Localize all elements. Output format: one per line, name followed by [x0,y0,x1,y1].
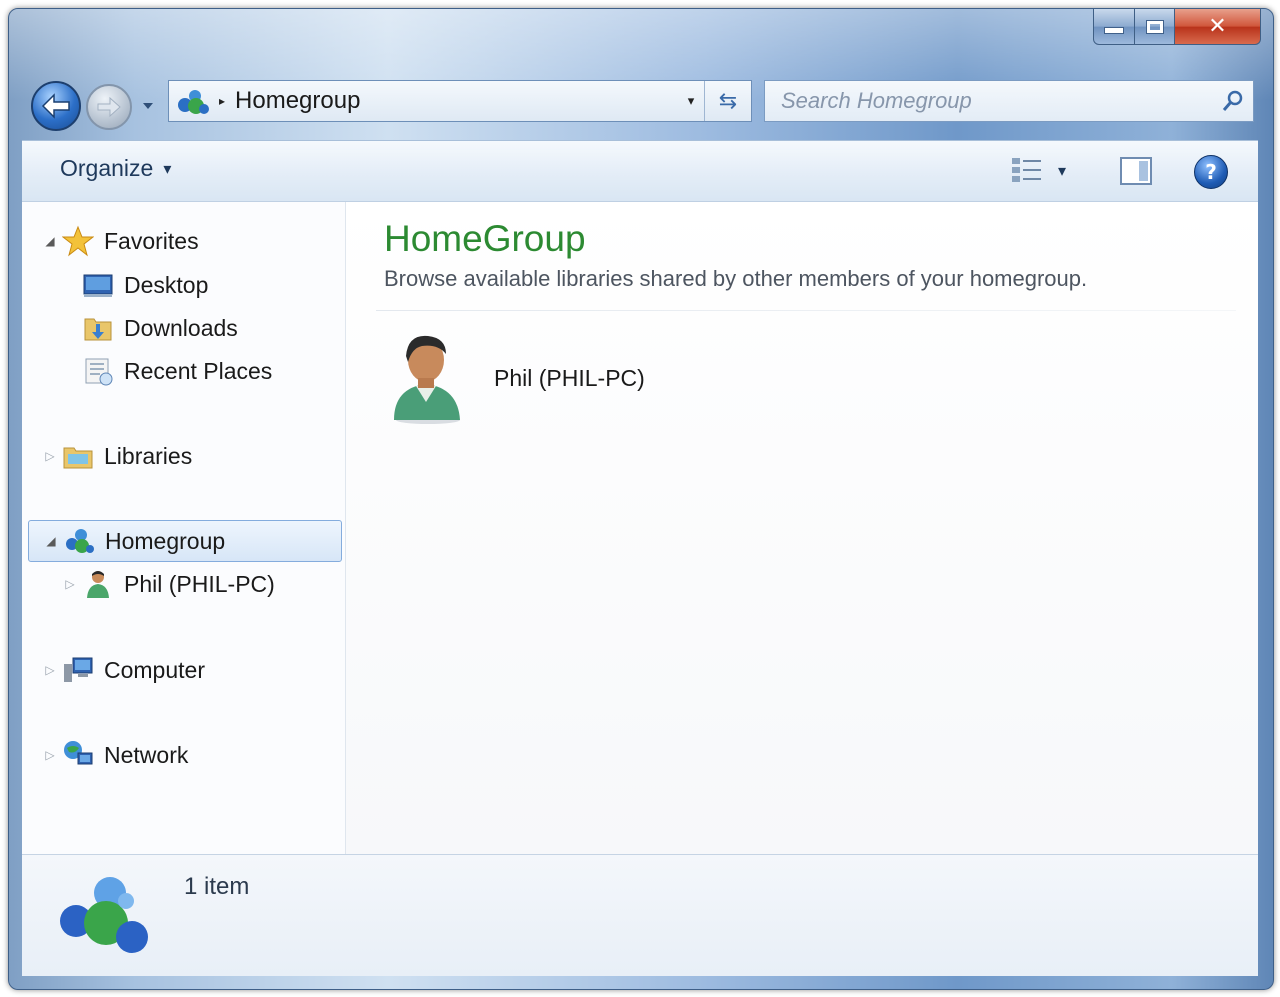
breadcrumb-homegroup[interactable]: Homegroup [235,87,678,115]
minimize-button[interactable] [1093,9,1135,45]
navigation-buttons [31,79,171,139]
sidebar-item-downloads[interactable]: Downloads [78,309,238,347]
computer-icon [62,654,94,686]
sidebar-item-label: Recent Places [124,357,273,384]
back-button[interactable] [31,81,81,131]
search-icon[interactable] [1213,89,1253,113]
organize-label: Organize [60,155,154,181]
expand-arrow-icon[interactable]: ▷ [42,748,58,762]
content-pane: HomeGroup Browse available libraries sha… [346,202,1258,854]
sidebar-item-label: Desktop [124,271,209,298]
sidebar-item-label: Favorites [104,227,199,254]
sidebar-item-label: Libraries [104,442,193,469]
downloads-folder-icon [82,312,114,344]
sidebar-item-label: Homegroup [105,527,226,554]
desktop-icon [82,269,114,301]
search-input[interactable] [765,87,1213,115]
command-bar: Organize ▾ ▾ ? [22,140,1258,202]
expand-arrow-icon[interactable]: ▷ [42,663,58,677]
breadcrumb-separator[interactable]: ▸ [219,94,225,108]
view-dropdown-icon[interactable]: ▾ [1058,161,1066,180]
sidebar-item-label: Computer [104,656,205,683]
page-title: HomeGroup [384,218,586,259]
help-icon: ? [1205,160,1217,184]
help-button[interactable]: ? [1194,155,1228,189]
refresh-icon: ⇆ [718,88,738,114]
collapse-arrow-icon[interactable]: ◢ [43,534,59,548]
sidebar-item-phil-pc[interactable]: ▷ Phil (PHIL-PC) [62,565,275,603]
star-icon [61,225,95,257]
address-dropdown-icon[interactable]: ▾ [678,94,704,109]
change-view-button[interactable]: ▾ [1010,155,1066,185]
item-count: 1 item [184,873,250,900]
close-icon: ✕ [1208,14,1227,39]
chevron-down-icon[interactable] [141,101,155,111]
maximize-icon [1145,19,1164,34]
user-avatar-icon [386,328,466,428]
sidebar-item-homegroup[interactable]: ◢ Homegroup [28,520,342,562]
sidebar-item-label: Network [104,741,189,768]
minimize-icon [1104,27,1124,34]
page-subtitle: Browse available libraries shared by oth… [384,266,1088,291]
sidebar-item-recent-places[interactable]: Recent Places [78,352,272,390]
back-arrow-icon [41,93,70,119]
sidebar-item-network[interactable]: ▷ Network [42,736,188,774]
expand-arrow-icon[interactable]: ▷ [42,449,58,463]
preview-pane-button[interactable] [1120,157,1152,185]
homegroup-icon [63,525,95,557]
window-controls: ✕ [1093,9,1261,45]
sidebar-item-computer[interactable]: ▷ Computer [42,651,205,689]
organize-dropdown-icon: ▾ [163,160,172,178]
sidebar-item-label: Downloads [124,314,238,341]
close-button[interactable]: ✕ [1175,9,1261,45]
network-icon [62,739,94,771]
member-name: Phil (PHIL-PC) [494,364,645,391]
forward-button[interactable] [86,84,132,130]
user-icon [82,568,114,600]
refresh-button[interactable]: ⇆ [704,81,751,121]
view-options-icon [1012,158,1041,182]
address-bar[interactable]: ▸ Homegroup ▾ ⇆ [168,80,752,122]
details-pane: 1 item [22,854,1258,976]
homegroup-icon [175,86,211,116]
header-divider [376,310,1236,311]
homegroup-large-icon [56,871,152,961]
sidebar-item-libraries[interactable]: ▷ Libraries [42,437,192,475]
maximize-button[interactable] [1135,9,1175,45]
navigation-pane: ◢ Favorites Desktop Downloads Recent Pla… [22,202,346,854]
sidebar-item-label: Phil (PHIL-PC) [124,570,275,597]
sidebar-item-favorites[interactable]: ◢ Favorites [42,222,199,260]
expand-arrow-icon[interactable]: ▷ [62,577,78,591]
search-box [764,80,1254,122]
forward-arrow-icon [97,96,121,118]
homegroup-member-item[interactable]: Phil (PHIL-PC) [386,328,645,428]
organize-menu-button[interactable]: Organize ▾ [60,155,171,182]
collapse-arrow-icon[interactable]: ◢ [42,234,58,248]
sidebar-item-desktop[interactable]: Desktop [78,266,208,304]
recent-places-icon [82,355,114,387]
libraries-icon [62,440,94,472]
